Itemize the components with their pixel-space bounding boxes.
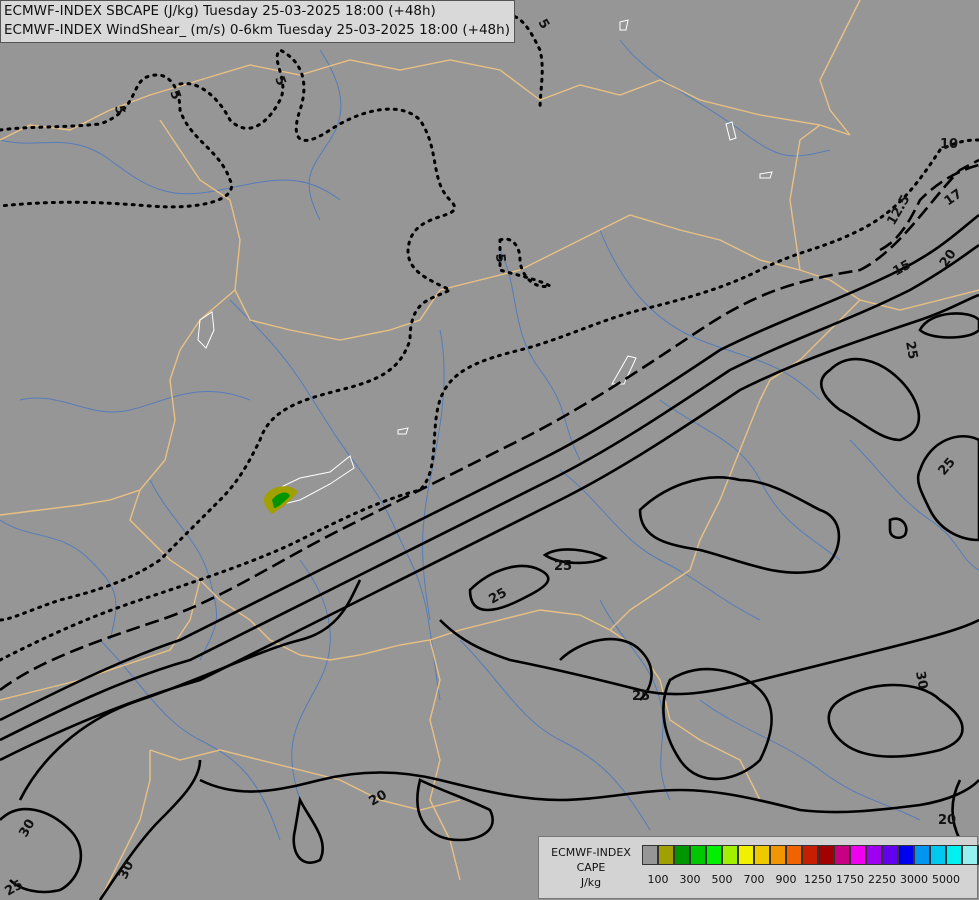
legend-tick-label: 100 xyxy=(647,873,669,886)
legend-swatch xyxy=(770,845,786,865)
legend-swatch xyxy=(866,845,882,865)
country-borders xyxy=(0,0,979,900)
rivers xyxy=(0,39,979,841)
legend-swatch xyxy=(962,845,978,865)
legend-swatch xyxy=(738,845,754,865)
title-windshear: ECMWF-INDEX WindShear_ (m/s) 0-6km Tuesd… xyxy=(4,22,510,38)
legend-swatch xyxy=(722,845,738,865)
contour-label-25: 25 xyxy=(632,689,650,704)
contour-label-5: 5 xyxy=(535,17,553,32)
contour-label-17: 17 xyxy=(942,187,965,210)
contour-label-5: 5 xyxy=(111,104,127,116)
legend-tick-label: 2250 xyxy=(868,873,896,886)
legend-swatch xyxy=(930,845,946,865)
cape-legend: ECMWF-INDEX CAPE J/kg 100 300 500 700 900 125… xyxy=(538,836,979,899)
legend-swatch xyxy=(642,845,658,865)
contour-label-20: 20 xyxy=(367,787,390,809)
cape-area xyxy=(263,486,298,514)
contour-label-25: 25 xyxy=(554,559,572,574)
contour-label-15: 15 xyxy=(891,257,914,279)
weather-map: 5 5 5 5 5 10 12.5 15 17 20 20 20 25 25 2… xyxy=(0,0,979,900)
legend-tick-label: 5000 xyxy=(932,873,960,886)
contour-label-25: 25 xyxy=(3,877,26,899)
legend-tick-label: 700 xyxy=(743,873,765,886)
legend-model: ECMWF-INDEX xyxy=(551,846,631,859)
contour-label-25: 25 xyxy=(902,340,920,360)
legend-tick-label: 3000 xyxy=(900,873,928,886)
legend-ticks: 100 300 500 700 900 1250 1750 2250 3000 5000 xyxy=(539,873,977,889)
legend-swatch xyxy=(850,845,866,865)
legend-swatch xyxy=(834,845,850,865)
contour-label-30: 30 xyxy=(16,817,38,840)
contour-label-5: 5 xyxy=(166,88,183,102)
contour-label-20: 20 xyxy=(937,247,960,270)
legend-tick-label: 1750 xyxy=(836,873,864,886)
contour-label-5: 5 xyxy=(271,74,288,88)
legend-tick-label: 900 xyxy=(775,873,797,886)
legend-swatch xyxy=(898,845,914,865)
contour-label-30: 30 xyxy=(912,670,930,690)
contour-label-20: 20 xyxy=(938,813,956,828)
legend-tick-label: 500 xyxy=(711,873,733,886)
title-cape: ECMWF-INDEX SBCAPE (J/kg) Tuesday 25-03-… xyxy=(4,3,436,19)
legend-swatch xyxy=(706,845,722,865)
contour-label-5: 5 xyxy=(492,253,508,263)
contour-label-10: 10 xyxy=(940,137,958,152)
legend-swatch xyxy=(786,845,802,865)
legend-swatch xyxy=(946,845,962,865)
legend-swatch xyxy=(802,845,818,865)
legend-swatch xyxy=(754,845,770,865)
contour-labels: 5 5 5 5 5 10 12.5 15 17 20 20 20 25 25 2… xyxy=(3,17,966,900)
legend-swatch xyxy=(914,845,930,865)
legend-swatch xyxy=(658,845,674,865)
legend-tick-label: 300 xyxy=(679,873,701,886)
contour-label-25: 25 xyxy=(487,585,510,607)
legend-swatch xyxy=(818,845,834,865)
contour-label-25: 25 xyxy=(936,455,959,479)
legend-swatch xyxy=(882,845,898,865)
legend-tick-label: 1250 xyxy=(804,873,832,886)
map-title-box: ECMWF-INDEX SBCAPE (J/kg) Tuesday 25-03-… xyxy=(0,0,515,43)
legend-swatch xyxy=(690,845,706,865)
legend-swatches xyxy=(642,845,979,865)
shear-solid-contours xyxy=(0,213,979,900)
legend-swatch xyxy=(674,845,690,865)
